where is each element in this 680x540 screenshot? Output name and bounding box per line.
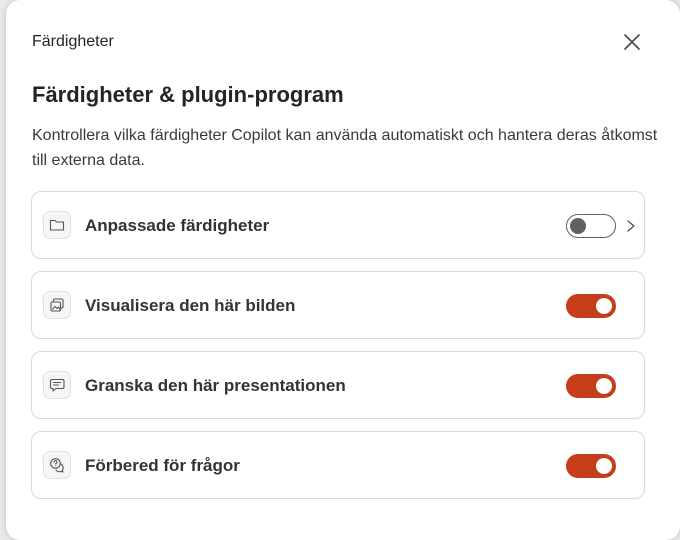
page-title: Färdigheter & plugin-program [32,82,344,107]
skills-dialog: Färdigheter Färdigheter & plugin-program… [6,0,680,540]
skill-toggle[interactable] [566,294,616,318]
skill-row-custom-skills[interactable]: Anpassade färdigheter [31,191,645,259]
skill-toggle[interactable] [566,214,616,238]
close-icon [624,34,640,50]
skill-label: Anpassade färdigheter [85,216,270,235]
skill-label: Granska den här presentationen [85,376,346,395]
skill-row-prepare-questions[interactable]: Förbered för frågor [31,431,645,499]
skill-row-review-presentation[interactable]: Granska den här presentationen [31,351,645,419]
folder-icon [43,211,71,239]
skill-label: Förbered för frågor [85,456,240,475]
image-icon [43,291,71,319]
toggle-knob [570,218,586,234]
close-button[interactable] [618,28,646,56]
skill-toggle[interactable] [566,454,616,478]
dialog-description: Kontrollera vilka färdigheter Copilot ka… [32,127,658,169]
skill-row-visualize-image[interactable]: Visualisera den här bilden [31,271,645,339]
toggle-knob [596,298,612,314]
chat-question-icon [43,451,71,479]
dialog-header-title: Färdigheter [32,33,114,50]
chevron-right-icon[interactable] [624,218,638,234]
chat-review-icon [43,371,71,399]
skill-label: Visualisera den här bilden [85,296,296,315]
skill-toggle[interactable] [566,374,616,398]
toggle-knob [596,458,612,474]
toggle-knob [596,378,612,394]
